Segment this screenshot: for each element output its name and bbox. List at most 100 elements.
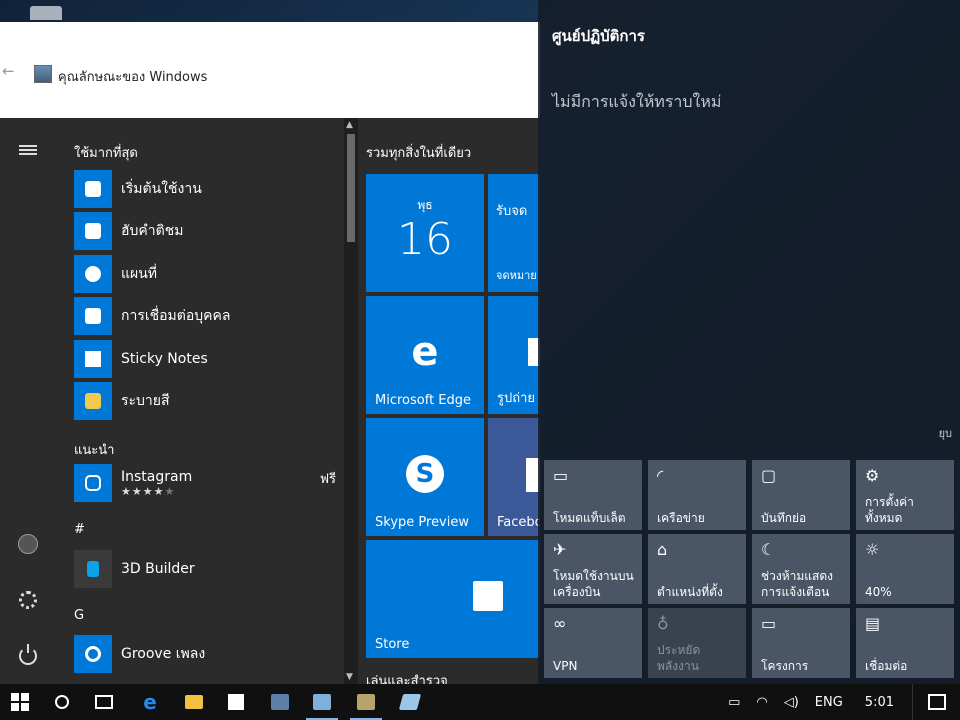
- taskbar-app-4[interactable]: [390, 684, 430, 720]
- app-maps[interactable]: แผนที่: [74, 255, 346, 293]
- groove-music-icon: [74, 635, 112, 673]
- people-icon: [74, 297, 112, 335]
- quick-action-network[interactable]: ◜ เครือข่าย: [648, 460, 746, 530]
- app-people[interactable]: การเชื่อมต่อบุคคล: [74, 297, 346, 335]
- skype-tile[interactable]: S Skype Preview: [366, 418, 484, 536]
- quick-action-label: ประหยัดพลังงาน: [657, 643, 701, 673]
- facebook-tile[interactable]: Facebo: [488, 418, 540, 536]
- edge-tile[interactable]: e Microsoft Edge: [366, 296, 484, 414]
- photos-tile[interactable]: รูปถ่าย: [488, 296, 540, 414]
- start-menu: ใช้มากที่สุด เริ่มต้นใช้งาน ฮับคำติชม แผ…: [0, 118, 540, 684]
- skype-icon: S: [403, 452, 447, 496]
- sticky-note-icon: [74, 340, 112, 378]
- taskbar-file-explorer[interactable]: [174, 684, 214, 720]
- scroll-thumb[interactable]: [347, 134, 355, 242]
- quick-action-label: VPN: [553, 659, 578, 673]
- feedback-person-icon: [74, 212, 112, 250]
- user-avatar-icon[interactable]: [14, 530, 42, 558]
- control-panel-icon: [313, 694, 331, 710]
- recycle-bin-icon[interactable]: [30, 6, 62, 20]
- task-view-button[interactable]: [84, 684, 124, 720]
- app-window-icon: [271, 694, 289, 710]
- windows-features-icon: [357, 694, 375, 710]
- connect-icon: ▤: [865, 614, 881, 633]
- quick-action-label: บันทึกย่อ: [761, 511, 807, 525]
- taskbar-app-1[interactable]: [260, 684, 300, 720]
- hamburger-menu-icon[interactable]: [14, 136, 42, 164]
- app-paint[interactable]: ระบายสี: [74, 382, 346, 420]
- settings-gear-icon[interactable]: [14, 586, 42, 614]
- quick-action-label: เชื่อมต่อ: [865, 659, 908, 673]
- store-tile[interactable]: Store: [366, 540, 540, 658]
- app-3d-builder[interactable]: 3D Builder: [74, 550, 346, 588]
- taskbar-app-2[interactable]: [302, 684, 342, 720]
- back-arrow-icon[interactable]: ←: [2, 62, 15, 80]
- app-get-started[interactable]: เริ่มต้นใช้งาน: [74, 170, 346, 208]
- app-instagram[interactable]: Instagram ★★★★★ ฟรี: [74, 464, 346, 502]
- edge-icon: e: [411, 329, 439, 375]
- quick-action-note[interactable]: ▢ บันทึกย่อ: [752, 460, 850, 530]
- app-list-scrollbar[interactable]: ▲ ▼: [344, 118, 358, 684]
- app-label: 3D Builder: [121, 561, 195, 577]
- taskbar-edge[interactable]: e: [130, 684, 170, 720]
- quick-action-tablet-mode[interactable]: ▭ โหมดแท็บเล็ต: [544, 460, 642, 530]
- 3d-builder-icon: [74, 550, 112, 588]
- tiles-group-footer[interactable]: เล่นและสำรวจ: [366, 670, 448, 684]
- app-label: ระบายสี: [121, 393, 170, 409]
- tiles-group-heading[interactable]: รวมทุกสิ่งในที่เดียว: [366, 142, 471, 163]
- taskbar-app-3[interactable]: [346, 684, 386, 720]
- app-feedback-hub[interactable]: ฮับคำติชม: [74, 212, 346, 250]
- note-icon: ▢: [761, 466, 777, 485]
- paint-palette-icon: [74, 382, 112, 420]
- windows-features-icon: [34, 65, 52, 83]
- quick-action-label: เครือข่าย: [657, 511, 705, 525]
- app-icon: [398, 694, 422, 710]
- quick-action-quiet-hours[interactable]: ☾ ช่วงห้ามแสดงการแจ้งเตือน: [752, 534, 850, 604]
- app-label: Sticky Notes: [121, 351, 208, 367]
- tablet-mode-icon: ▭: [553, 466, 569, 485]
- quick-action-airplane[interactable]: ✈ โหมดใช้งานบนเครื่องบิน: [544, 534, 642, 604]
- search-button[interactable]: [42, 684, 82, 720]
- g-heading[interactable]: G: [74, 608, 84, 623]
- hash-heading[interactable]: #: [74, 522, 85, 537]
- power-icon[interactable]: [14, 642, 42, 670]
- start-button[interactable]: [0, 684, 40, 720]
- quick-action-label: ตำแหน่งที่ตั้ง: [657, 585, 723, 599]
- taskbar-store[interactable]: [216, 684, 256, 720]
- scroll-down-icon[interactable]: ▼: [346, 672, 353, 682]
- system-tray: ▭ ◠ ◁) ENG 5:01: [720, 684, 960, 720]
- tile-label: Store: [375, 637, 410, 652]
- tile-label: รูปถ่าย: [497, 391, 536, 406]
- action-center-button[interactable]: [912, 684, 960, 720]
- quick-action-project[interactable]: ▭ โครงการ: [752, 608, 850, 678]
- quick-action-connect[interactable]: ▤ เชื่อมต่อ: [856, 608, 954, 678]
- app-sticky-notes[interactable]: Sticky Notes: [74, 340, 346, 378]
- taskbar: e ▭ ◠ ◁) ENG 5:01: [0, 684, 960, 720]
- wifi-icon[interactable]: ◠: [756, 695, 767, 710]
- windows-logo-icon: [11, 693, 29, 711]
- app-groove-music[interactable]: Groove เพลง: [74, 635, 346, 673]
- app-label: การเชื่อมต่อบุคคล: [121, 308, 231, 324]
- action-center-title: ศูนย์ปฏิบัติการ: [552, 27, 645, 45]
- suggested-heading: แนะนำ: [74, 443, 115, 458]
- mail-tile-top: รับจด: [496, 204, 528, 219]
- clock[interactable]: 5:01: [865, 695, 894, 710]
- battery-icon[interactable]: ▭: [728, 695, 740, 710]
- action-center: ศูนย์ปฏิบัติการ ไม่มีการแจ้งให้ทราบใหม่ …: [538, 0, 960, 684]
- quick-action-label: โหมดแท็บเล็ต: [553, 511, 626, 525]
- mail-tile[interactable]: รับจด จดหมาย: [488, 174, 540, 292]
- collapse-link[interactable]: ยุบ: [939, 424, 952, 442]
- scroll-up-icon[interactable]: ▲: [346, 120, 353, 130]
- quick-action-battery-saver[interactable]: ♁ ประหยัดพลังงาน: [648, 608, 746, 678]
- quick-action-vpn[interactable]: ∞ VPN: [544, 608, 642, 678]
- volume-icon[interactable]: ◁): [784, 695, 799, 710]
- quick-action-brightness[interactable]: ☼ 40%: [856, 534, 954, 604]
- app-label: เริ่มต้นใช้งาน: [121, 181, 202, 197]
- lightbulb-icon: [74, 170, 112, 208]
- quick-action-all-settings[interactable]: ⚙ การตั้งค่าทั้งหมด: [856, 460, 954, 530]
- calendar-tile[interactable]: พุธ 16: [366, 174, 484, 292]
- quick-action-location[interactable]: ⌂ ตำแหน่งที่ตั้ง: [648, 534, 746, 604]
- language-indicator[interactable]: ENG: [815, 695, 843, 710]
- most-used-heading: ใช้มากที่สุด: [74, 146, 138, 161]
- store-icon: [228, 694, 244, 710]
